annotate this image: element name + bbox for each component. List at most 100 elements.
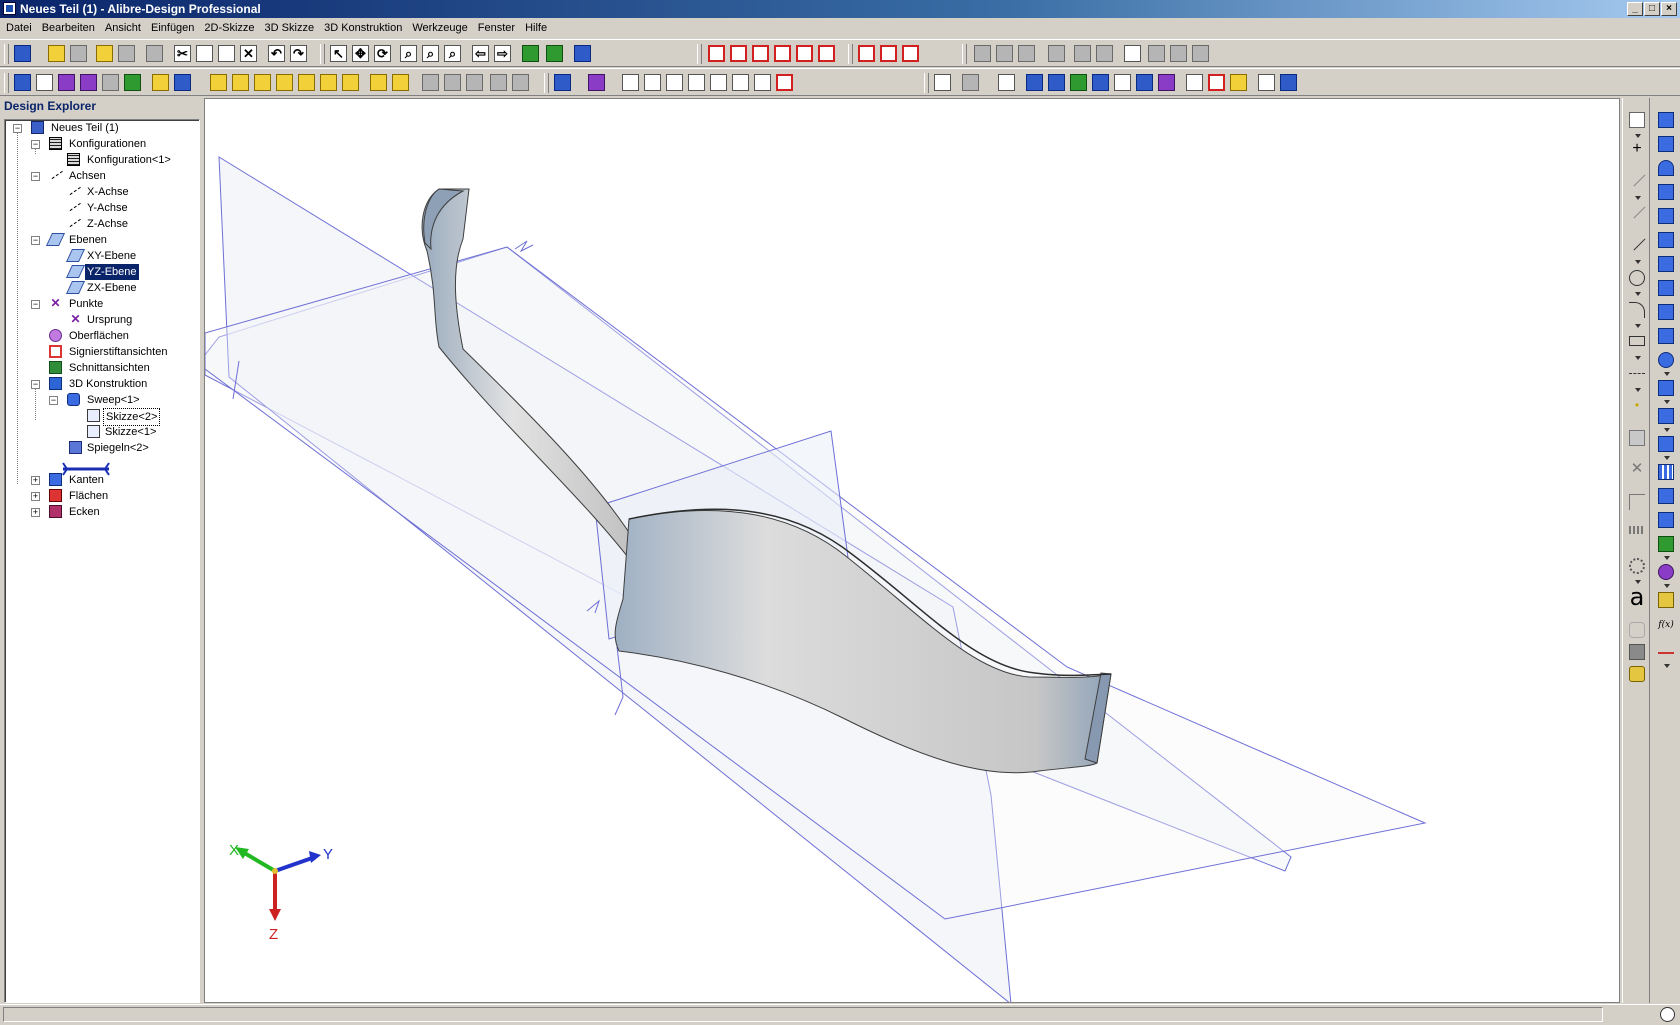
measure-tool-icon[interactable] (152, 74, 169, 91)
chamfer-icon[interactable] (1658, 380, 1674, 396)
view-left-icon[interactable] (254, 74, 271, 91)
sketch-line-icon[interactable] (708, 45, 725, 62)
scale-icon[interactable] (1658, 512, 1674, 528)
configuration-icon[interactable] (102, 74, 119, 91)
mirror-feature-icon[interactable] (1658, 488, 1674, 504)
toolbar-grip[interactable] (544, 73, 549, 93)
flyout-arrow-icon[interactable] (1664, 456, 1670, 460)
undo-icon[interactable]: ↶ (268, 45, 285, 62)
delete-icon[interactable]: ✕ (240, 45, 257, 62)
toolbar-grip[interactable] (962, 44, 967, 64)
cut-extrude-icon[interactable] (1658, 208, 1674, 224)
angle-icon[interactable] (1074, 45, 1091, 62)
explode-icon[interactable] (998, 74, 1015, 91)
toolbar-grip[interactable] (4, 73, 9, 93)
text-icon[interactable] (774, 45, 791, 62)
print-icon[interactable] (146, 45, 163, 62)
minimize-button[interactable]: _ (1627, 2, 1643, 16)
maximize-button[interactable]: □ (1644, 2, 1660, 16)
flyout-arrow-icon[interactable] (1664, 556, 1670, 560)
menu-datei[interactable]: Datei (0, 19, 37, 38)
orient-icon[interactable] (392, 74, 409, 91)
mate-e-icon[interactable] (1114, 74, 1131, 91)
save-icon[interactable] (70, 45, 87, 62)
thread-icon[interactable] (1658, 328, 1674, 344)
view-iso-icon[interactable] (342, 74, 359, 91)
copy-icon[interactable] (196, 45, 213, 62)
view-front-icon[interactable] (210, 74, 227, 91)
zoom-fit-icon[interactable]: ⌕ (444, 45, 461, 62)
mate-d-icon[interactable] (1092, 74, 1109, 91)
pdf-batch-icon[interactable] (880, 45, 897, 62)
flyout-arrow-icon[interactable] (1635, 196, 1641, 200)
ellipse-icon[interactable] (730, 45, 747, 62)
fillet-sketch-icon[interactable] (1629, 494, 1645, 510)
constraint-h-icon[interactable] (776, 74, 793, 91)
close-button[interactable]: × (1661, 2, 1677, 16)
back-arrow-icon[interactable]: ⇦ (472, 45, 489, 62)
sketch-a-glyph-icon[interactable]: a (1629, 585, 1645, 609)
grid-toggle-icon[interactable] (1124, 45, 1141, 62)
brush-icon[interactable] (466, 74, 483, 91)
relation-icon[interactable] (1018, 45, 1035, 62)
mate-b-icon[interactable] (1048, 74, 1065, 91)
hole-icon[interactable] (1658, 436, 1674, 452)
redo-icon[interactable]: ↷ (290, 45, 307, 62)
helix-icon[interactable] (1658, 304, 1674, 320)
surface-icon[interactable] (80, 74, 97, 91)
menu-fenster[interactable]: Fenster (473, 19, 520, 38)
expand-toggle[interactable]: + (31, 492, 40, 501)
view-top-icon[interactable] (298, 74, 315, 91)
flyout-arrow-icon[interactable] (1635, 134, 1641, 138)
open-folder-icon[interactable] (48, 45, 65, 62)
loft-icon[interactable] (1658, 184, 1674, 200)
cut-sweep-icon[interactable] (1658, 256, 1674, 272)
new-part-icon[interactable] (14, 45, 31, 62)
flyout-arrow-icon[interactable] (1635, 388, 1641, 392)
cut-revolve-icon[interactable] (1658, 232, 1674, 248)
sweep-boss-icon[interactable] (1658, 160, 1674, 176)
zoom-icon[interactable]: ⌕ (400, 45, 417, 62)
boolean-icon[interactable] (1658, 536, 1674, 552)
spline-icon[interactable] (1629, 366, 1645, 374)
project-icon[interactable] (1629, 644, 1645, 660)
fill-icon[interactable] (796, 45, 813, 62)
crosshair-icon[interactable]: + (1629, 141, 1645, 158)
dimension-icon[interactable] (974, 45, 991, 62)
exit-sketch-icon[interactable] (546, 45, 563, 62)
pdf-export-icon[interactable] (858, 45, 875, 62)
constraint-f-icon[interactable] (732, 74, 749, 91)
menu-3d-konstruktion[interactable]: 3D Konstruktion (319, 19, 407, 38)
menu-3d-skizze[interactable]: 3D Skizze (260, 19, 320, 38)
analysis-b-icon[interactable] (1208, 74, 1225, 91)
box-view-icon[interactable] (962, 74, 979, 91)
collapse-toggle[interactable]: − (31, 236, 40, 245)
constraint-icon[interactable] (996, 45, 1013, 62)
stamp-icon[interactable] (1048, 45, 1065, 62)
hatch-icon[interactable] (818, 45, 835, 62)
model-scene[interactable]: X Y Z (205, 99, 1620, 1003)
mate-f-icon[interactable] (1136, 74, 1153, 91)
analysis-e-icon[interactable] (1280, 74, 1297, 91)
constraint-g-icon[interactable] (754, 74, 771, 91)
menu-2d-skizze[interactable]: 2D-Skizze (199, 19, 259, 38)
plane-icon[interactable] (14, 74, 31, 91)
view-bottom-icon[interactable] (320, 74, 337, 91)
trim-icon[interactable]: ✕ (1629, 461, 1645, 478)
extrude-icon[interactable] (1658, 112, 1674, 128)
pdf-settings-icon[interactable] (902, 45, 919, 62)
assembly-icon[interactable] (934, 74, 951, 91)
analysis-a-icon[interactable] (1186, 74, 1203, 91)
balance-icon[interactable] (174, 74, 191, 91)
table-icon[interactable] (1192, 45, 1209, 62)
analysis-d-icon[interactable] (1258, 74, 1275, 91)
constraint-d-icon[interactable] (688, 74, 705, 91)
measure-feature-icon[interactable] (1658, 644, 1674, 654)
analysis-c-icon[interactable] (1230, 74, 1247, 91)
collapse-toggle[interactable]: − (49, 396, 58, 405)
section-icon[interactable] (124, 74, 141, 91)
display-mode-icon[interactable] (554, 74, 571, 91)
sketch-text-icon[interactable] (1629, 430, 1645, 446)
save-all-icon[interactable] (118, 45, 135, 62)
linear-pattern-icon[interactable] (1658, 464, 1674, 480)
